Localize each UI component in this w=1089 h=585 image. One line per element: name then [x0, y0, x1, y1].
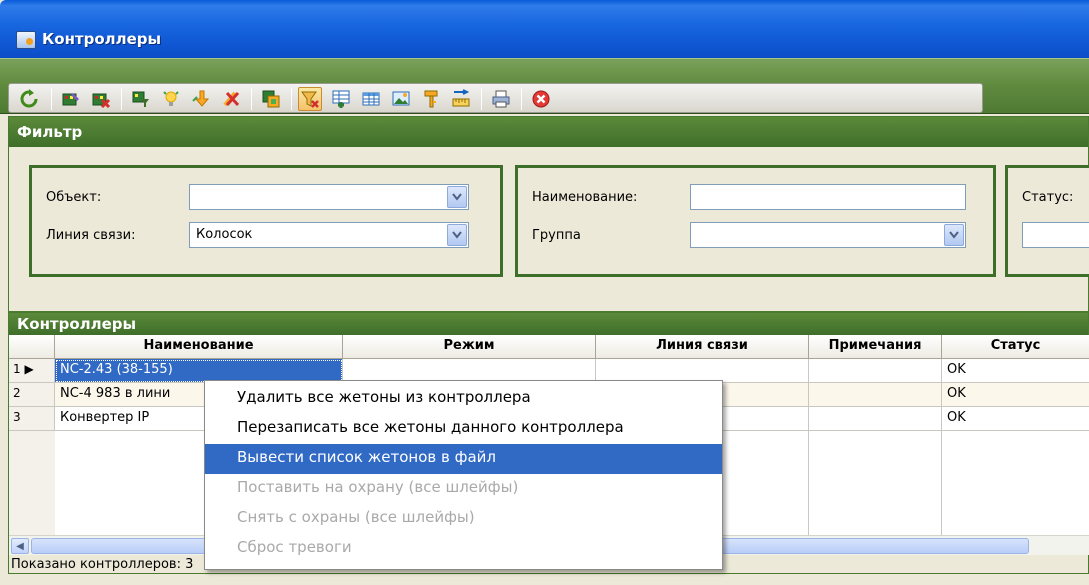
- status-input[interactable]: [1022, 222, 1089, 248]
- filter-group-name: Наименование: Группа: [515, 165, 996, 277]
- print-icon: [492, 90, 510, 108]
- grid-header-row: Наименование Режим Линия связи Примечани…: [9, 335, 1089, 359]
- picture-icon: [392, 91, 410, 106]
- ruler-icon: [452, 89, 470, 107]
- ruler-button[interactable]: [449, 87, 473, 111]
- current-row-icon: ▶: [24, 362, 34, 376]
- bulb-button[interactable]: [159, 87, 183, 111]
- delete-controller-button[interactable]: [89, 87, 113, 111]
- menu-item-reset-alarm: Сброс тревоги: [237, 538, 352, 556]
- export-button[interactable]: [259, 87, 283, 111]
- chevron-left-icon: ◀: [16, 540, 24, 552]
- chevron-down-icon: [452, 193, 462, 201]
- cell-notes[interactable]: [809, 383, 942, 407]
- line-value: Колосок: [196, 227, 253, 242]
- cell-status[interactable]: OK: [942, 407, 1089, 431]
- column-header-name[interactable]: Наименование: [55, 335, 343, 359]
- row-indicator-header: [9, 335, 55, 359]
- filter-header: Фильтр: [9, 117, 1088, 147]
- column-header-line[interactable]: Линия связи: [596, 335, 809, 359]
- cell-status[interactable]: OK: [942, 359, 1089, 383]
- context-menu: Удалить все жетоны из контроллера Переза…: [204, 380, 723, 570]
- table-icon: [362, 92, 380, 106]
- close-button[interactable]: [529, 87, 553, 111]
- object-combo[interactable]: [189, 184, 469, 210]
- filter-panel: Фильтр Объект: Линия связи: Колосок Наим…: [8, 116, 1089, 312]
- add-row-button[interactable]: [329, 87, 353, 111]
- cell-notes[interactable]: [809, 359, 942, 383]
- table-button[interactable]: [359, 87, 383, 111]
- scroll-left-button[interactable]: ◀: [11, 538, 29, 554]
- column-header-status[interactable]: Статус: [942, 335, 1089, 359]
- column-header-mode[interactable]: Режим: [343, 335, 596, 359]
- line-dropdown-button[interactable]: [447, 224, 467, 246]
- title-bar[interactable]: Контроллеры: [0, 0, 1089, 58]
- key-icon: [424, 90, 438, 108]
- filter-icon: [301, 91, 319, 108]
- line-combo[interactable]: Колосок: [189, 222, 469, 248]
- object-dropdown-button[interactable]: [447, 186, 467, 208]
- menu-item-disarm-all: Снять с охраны (все шлейфы): [237, 508, 475, 526]
- refresh-button[interactable]: [17, 87, 41, 111]
- cell-status[interactable]: OK: [942, 383, 1089, 407]
- add-row-icon: [332, 90, 350, 108]
- line-label: Линия связи:: [46, 228, 136, 243]
- group-dropdown-button[interactable]: [944, 224, 964, 246]
- object-label: Объект:: [46, 190, 102, 205]
- window-title: Контроллеры: [42, 30, 162, 48]
- toolbar: [0, 58, 1089, 114]
- cancel-tools-button[interactable]: [219, 87, 243, 111]
- key-button[interactable]: [419, 87, 443, 111]
- delete-controller-icon: [92, 93, 111, 109]
- arrow-down-icon: [192, 90, 210, 107]
- controllers-header: Контроллеры: [9, 313, 1088, 335]
- filter-controller-icon: [132, 91, 149, 107]
- cancel-tools-icon: [223, 91, 240, 107]
- edit-controller-button[interactable]: [59, 87, 83, 111]
- menu-item-delete-tokens[interactable]: Удалить все жетоны из контроллера: [205, 384, 722, 414]
- menu-item-export-tokens[interactable]: Вывести список жетонов в файл: [205, 444, 722, 474]
- arrow-down-button[interactable]: [189, 87, 213, 111]
- menu-item-rewrite-tokens[interactable]: Перезаписать все жетоны данного контролл…: [205, 414, 722, 444]
- filter-group-object: Объект: Линия связи: Колосок: [29, 165, 503, 277]
- edit-controller-icon: [62, 93, 79, 106]
- close-icon: [532, 90, 550, 108]
- picture-button[interactable]: [389, 87, 413, 111]
- group-label: Группа: [532, 228, 581, 243]
- toolbar-strip: [8, 83, 983, 113]
- row-number: 1 ▶: [9, 359, 55, 383]
- cell-notes[interactable]: [809, 407, 942, 431]
- filter-controller-button[interactable]: [129, 87, 153, 111]
- chevron-down-icon: [452, 231, 462, 239]
- chevron-down-icon: [949, 231, 959, 239]
- refresh-icon: [20, 89, 38, 108]
- filter-group-status: Статус:: [1005, 165, 1089, 277]
- group-combo[interactable]: [690, 222, 966, 248]
- column-header-notes[interactable]: Примечания: [809, 335, 942, 359]
- filter-button[interactable]: [298, 87, 322, 111]
- status-label: Статус:: [1022, 190, 1074, 205]
- name-label: Наименование:: [532, 190, 638, 205]
- print-button[interactable]: [489, 87, 513, 111]
- export-icon: [262, 90, 280, 108]
- app-icon: [16, 31, 36, 49]
- row-number: 3: [9, 407, 55, 431]
- bulb-icon: [163, 91, 179, 106]
- name-input[interactable]: [690, 184, 966, 210]
- row-number: 2: [9, 383, 55, 407]
- menu-item-arm-all: Поставить на охрану (все шлейфы): [237, 478, 519, 496]
